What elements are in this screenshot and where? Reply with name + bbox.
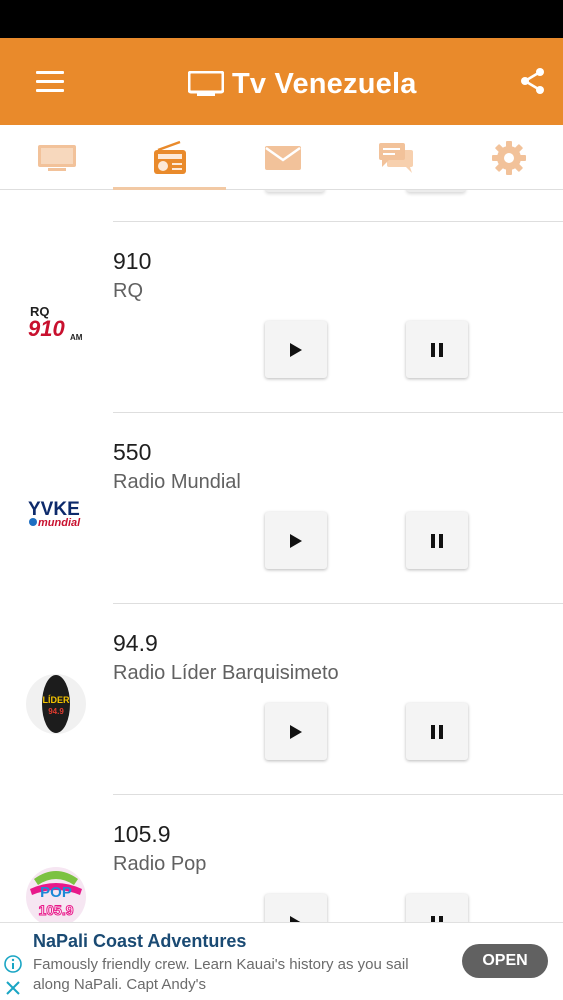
station-logo-pop: POP 105.9: [24, 863, 88, 922]
station-logo-lider: LÍDER 94.9: [24, 672, 88, 736]
partial-play-button: [265, 190, 325, 192]
pause-icon: [431, 342, 443, 357]
play-icon: [290, 724, 302, 739]
play-button[interactable]: [265, 321, 327, 378]
mail-icon: [264, 145, 301, 170]
station-frequency: 94.9: [113, 630, 158, 656]
pause-button[interactable]: [406, 512, 468, 569]
ad-title[interactable]: NaPali Coast Adventures: [33, 931, 246, 952]
pause-icon: [431, 915, 443, 922]
ad-open-button[interactable]: OPEN: [462, 944, 548, 978]
svg-text:mundial: mundial: [38, 517, 81, 529]
tab-bar: [0, 125, 563, 190]
tab-settings[interactable]: [452, 125, 563, 190]
svg-text:94.9: 94.9: [48, 707, 64, 716]
pause-button[interactable]: [406, 703, 468, 760]
station-frequency: 105.9: [113, 821, 171, 847]
station-frequency: 550: [113, 439, 152, 465]
play-button[interactable]: [265, 512, 327, 569]
tab-tv[interactable]: [0, 125, 113, 190]
radio-icon: [153, 140, 186, 174]
station-frequency: 910: [113, 248, 152, 274]
tab-mail[interactable]: [226, 125, 339, 190]
station-logo-yvke-mundial: YVKE mundial: [24, 481, 88, 545]
app-title: Tv Venezuela: [232, 67, 417, 100]
svg-text:POP: POP: [40, 884, 72, 901]
play-button[interactable]: [265, 894, 327, 922]
play-icon: [290, 342, 302, 357]
station-item[interactable]: YVKE mundial 550 Radio Mundial: [0, 413, 563, 604]
tv-icon: [37, 144, 76, 171]
close-icon[interactable]: [4, 979, 22, 997]
svg-text:LÍDER: LÍDER: [43, 695, 71, 705]
svg-text:105.9: 105.9: [38, 902, 73, 918]
tv-icon: [188, 71, 224, 96]
station-list[interactable]: RQ 910 AM 910 RQ YVKE mundial 550 Radio …: [0, 190, 563, 922]
play-icon: [290, 533, 302, 548]
status-bar: [0, 0, 563, 38]
svg-text:910: 910: [28, 316, 65, 341]
tab-radio[interactable]: [113, 125, 226, 190]
app-bar: Tv Venezuela: [0, 38, 563, 125]
play-icon: [290, 915, 302, 922]
station-name: Radio Mundial: [113, 471, 241, 493]
gear-icon: [491, 140, 526, 175]
play-button[interactable]: [265, 703, 327, 760]
pause-button[interactable]: [406, 321, 468, 378]
ad-body: Famously friendly crew. Learn Kauai's hi…: [33, 956, 409, 993]
app-title-group: Tv Venezuela: [188, 62, 417, 106]
svg-text:AM: AM: [70, 333, 83, 342]
chat-icon: [378, 142, 413, 173]
station-name: RQ: [113, 280, 143, 302]
station-logo-rq: RQ 910 AM: [24, 290, 88, 354]
pause-icon: [431, 724, 443, 739]
tab-chat[interactable]: [339, 125, 452, 190]
hamburger-icon-line: [36, 80, 64, 83]
partial-pause-button: [406, 190, 466, 192]
info-icon[interactable]: [4, 955, 22, 973]
ad-banner[interactable]: NaPali Coast Adventures Famously friendl…: [0, 922, 563, 1000]
pause-icon: [431, 533, 443, 548]
station-item[interactable]: RQ 910 AM 910 RQ: [0, 222, 563, 413]
hamburger-icon-line: [36, 71, 64, 74]
station-name: Radio Pop: [113, 853, 207, 875]
station-name: Radio Líder Barquisimeto: [113, 662, 339, 684]
hamburger-icon-line: [36, 89, 64, 92]
share-icon[interactable]: [517, 65, 549, 97]
station-item[interactable]: LÍDER 94.9 94.9 Radio Líder Barquisimeto: [0, 604, 563, 795]
station-item[interactable]: POP 105.9 105.9 Radio Pop: [0, 795, 563, 922]
pause-button[interactable]: [406, 894, 468, 922]
menu-button[interactable]: [30, 62, 70, 102]
